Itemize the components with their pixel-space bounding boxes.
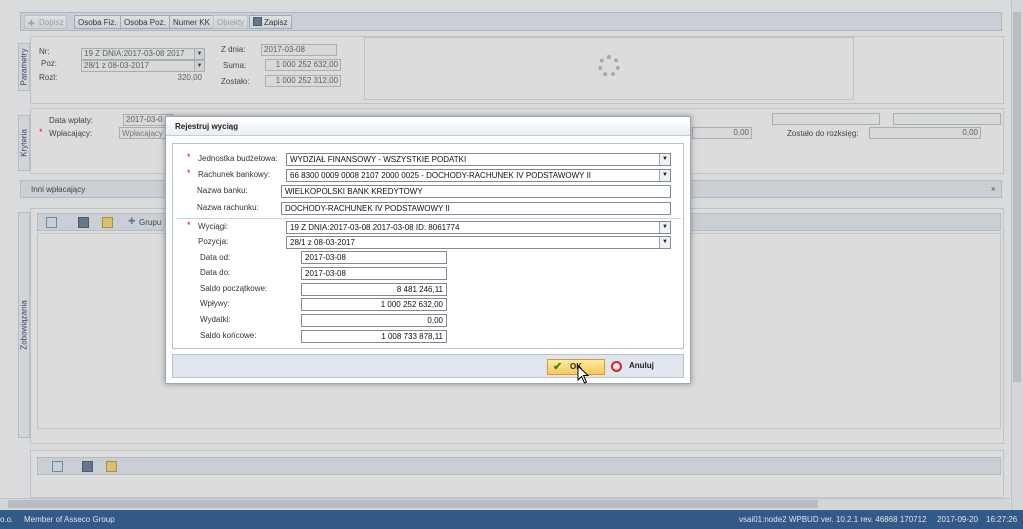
cancel-button[interactable]: Anuluj — [609, 359, 667, 375]
saldo-poczatkowe-label: Saldo początkowe: — [200, 284, 268, 293]
dialog-title: Rejestruj wyciąg — [166, 117, 690, 136]
required-marker: * — [187, 168, 191, 178]
dialog-separator — [177, 218, 681, 219]
ok-button[interactable]: ✔ OK — [547, 359, 605, 375]
nazwa-banku-label: Nazwa banku: — [197, 186, 248, 195]
dialog-body: * Jednostka budżetowa: WYDZIAŁ FINANSOWY… — [172, 143, 684, 349]
nazwa-rachunku-label: Nazwa rachunku: — [197, 203, 259, 212]
pozycja-label: Pozycja: — [198, 237, 229, 246]
data-do-field[interactable]: 2017-03-08 — [301, 267, 447, 280]
saldo-koncowe-field: 1 008 733 878,11 — [301, 330, 447, 343]
rejestruj-wyciag-dialog: Rejestruj wyciąg * Jednostka budżetowa: … — [165, 116, 691, 384]
checkmark-icon: ✔ — [553, 361, 563, 373]
pozycja-select[interactable]: 28/1 z 08-03-2017 ▼ — [286, 236, 671, 249]
required-marker: * — [187, 220, 191, 230]
required-marker: * — [187, 152, 191, 162]
chevron-down-icon: ▼ — [659, 154, 670, 165]
nazwa-banku-field[interactable]: WIELKOPOLSKI BANK KREDYTOWY — [281, 185, 671, 198]
chevron-down-icon: ▼ — [659, 170, 670, 181]
data-od-field[interactable]: 2017-03-08 — [301, 251, 447, 264]
data-od-label: Data od: — [200, 253, 231, 262]
dialog-footer: ✔ OK Anuluj — [172, 354, 684, 378]
saldo-poczatkowe-field: 8 481 246,11 — [301, 283, 447, 296]
chevron-down-icon: ▼ — [659, 222, 670, 233]
wyciagi-select[interactable]: 19 Z DNIA:2017-03-08 2017-03-08 ID: 8061… — [286, 221, 671, 234]
chevron-down-icon: ▼ — [659, 237, 670, 248]
cancel-icon — [611, 361, 622, 372]
jednostka-select[interactable]: WYDZIAŁ FINANSOWY - WSZYSTKIE PODATKI ▼ — [286, 153, 671, 166]
wydatki-label: Wydatki: — [200, 315, 231, 324]
rachunek-label: Rachunek bankowy: — [198, 170, 271, 179]
rachunek-select[interactable]: 66 8300 0009 0008 2107 2000 0025 - DOCHO… — [286, 169, 671, 182]
wydatki-field: 0,00 — [301, 314, 447, 327]
wplywy-label: Wpływy: — [200, 299, 230, 308]
wplywy-field: 1 000 252 632,00 — [301, 298, 447, 311]
nazwa-rachunku-field[interactable]: DOCHODY-RACHUNEK IV PODSTAWOWY II — [281, 202, 671, 215]
mouse-cursor-icon — [577, 365, 590, 384]
saldo-koncowe-label: Saldo końcowe: — [200, 331, 257, 340]
data-do-label: Data do: — [200, 268, 231, 277]
wyciagi-label: Wyciągi: — [198, 222, 229, 231]
jednostka-label: Jednostka budżetowa: — [198, 154, 278, 163]
